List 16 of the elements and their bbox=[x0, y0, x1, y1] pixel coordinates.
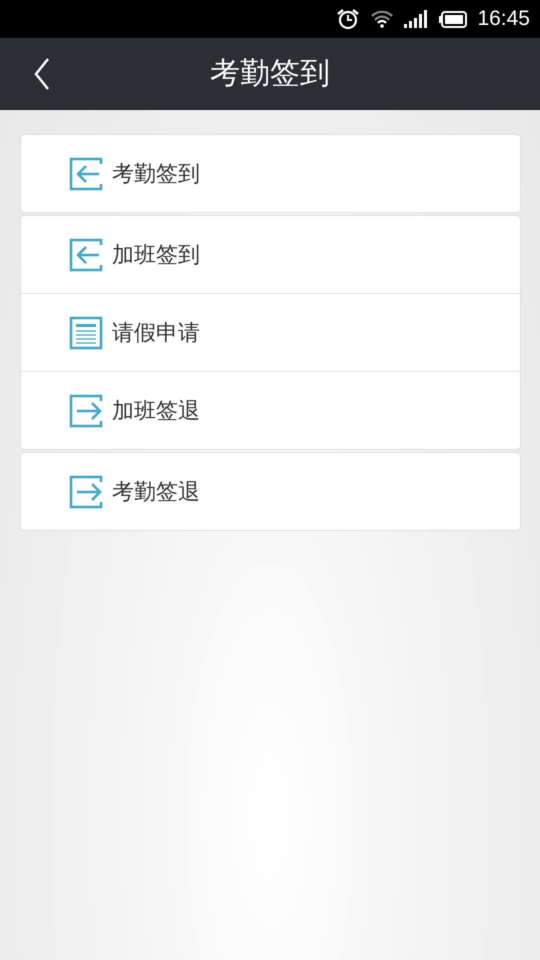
sign-in-icon bbox=[69, 238, 103, 272]
page-title: 考勤签到 bbox=[210, 55, 330, 93]
sign-in-icon bbox=[69, 156, 103, 190]
document-icon bbox=[69, 316, 103, 350]
menu-item[interactable]: 考勤签到 bbox=[21, 135, 520, 212]
battery-icon bbox=[439, 10, 468, 28]
status-time: 16:45 bbox=[477, 7, 530, 31]
menu-item[interactable]: 加班签退 bbox=[21, 371, 520, 449]
alarm-icon bbox=[336, 8, 360, 30]
sign-out-icon bbox=[69, 394, 103, 428]
sign-out-icon bbox=[69, 474, 103, 508]
menu-item[interactable]: 加班签到 bbox=[21, 216, 520, 293]
menu-item[interactable]: 考勤签退 bbox=[21, 453, 520, 530]
signal-icon bbox=[404, 10, 430, 28]
menu-item[interactable]: 请假申请 bbox=[21, 293, 520, 371]
wifi-icon bbox=[370, 10, 394, 28]
